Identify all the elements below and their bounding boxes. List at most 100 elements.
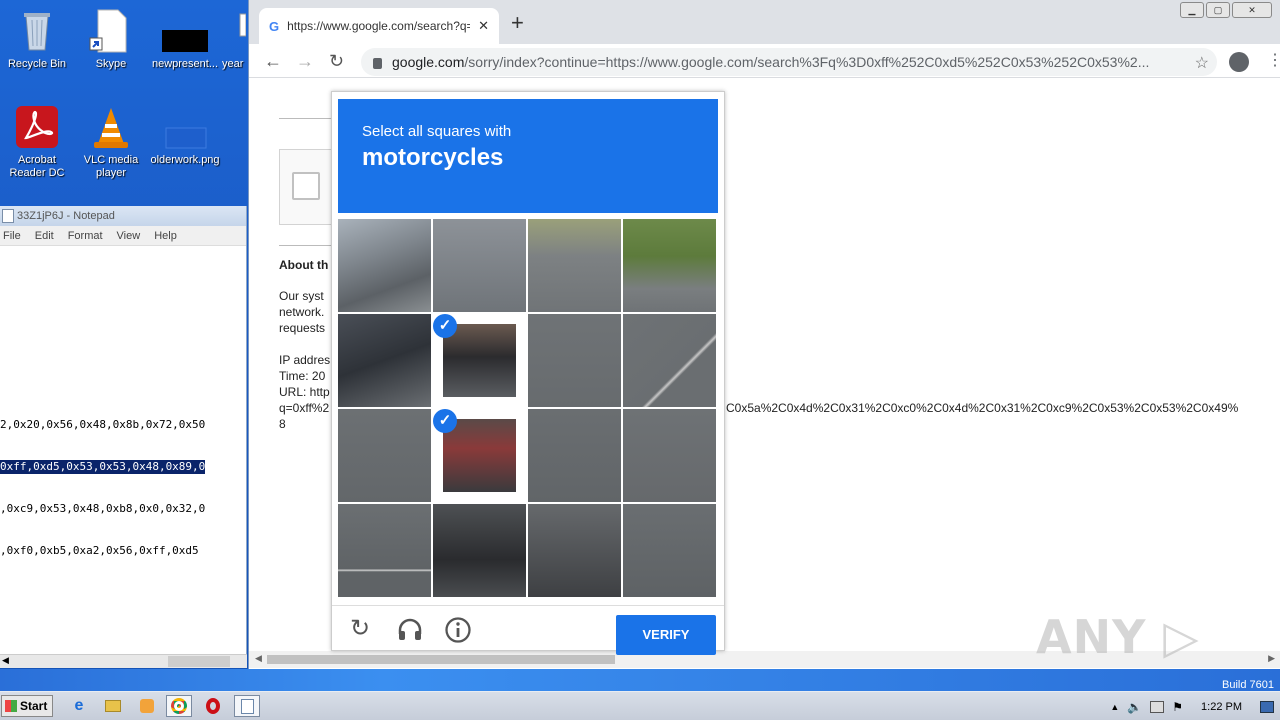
- desktop-icon-recycle-bin[interactable]: Recycle Bin: [0, 8, 74, 71]
- image-tile[interactable]: [528, 504, 621, 597]
- forward-arrow-icon[interactable]: →: [296, 51, 314, 71]
- menu-format[interactable]: Format: [68, 230, 103, 242]
- windows-build-text: Build 7601: [1222, 679, 1274, 691]
- info-icon[interactable]: [444, 616, 472, 650]
- ie-taskbar-icon[interactable]: e: [66, 695, 92, 717]
- image-tile[interactable]: [433, 219, 526, 312]
- image-tile[interactable]: [338, 219, 431, 312]
- image-tile[interactable]: ✓: [433, 409, 526, 502]
- chrome-taskbar-icon[interactable]: [166, 695, 192, 717]
- scroll-left-arrow-icon[interactable]: ◀: [2, 655, 9, 666]
- query-line-left: q=0xff%2: [279, 401, 330, 415]
- document-icon: [88, 8, 134, 54]
- action-center-flag-icon[interactable]: ⚑: [1172, 700, 1183, 714]
- audio-challenge-headphones-icon[interactable]: [396, 616, 424, 648]
- tile-image: [338, 219, 431, 312]
- start-label: Start: [20, 699, 48, 713]
- opera-taskbar-icon[interactable]: [200, 695, 226, 717]
- query-line-end: 8: [279, 417, 286, 431]
- image-tile[interactable]: [623, 504, 716, 597]
- show-desktop-icon[interactable]: [1260, 700, 1274, 713]
- paragraph-line: requests: [279, 321, 326, 335]
- image-tile[interactable]: [433, 504, 526, 597]
- menu-kebab-icon[interactable]: ⋮: [1267, 52, 1280, 70]
- reload-icon[interactable]: ↻: [329, 51, 344, 71]
- acrobat-icon: [14, 104, 60, 150]
- url-text: google.com/sorry/index?continue=https://…: [392, 54, 1217, 70]
- file-thumbnail-icon: [226, 8, 247, 54]
- desktop-icon-label: Recycle Bin: [7, 58, 67, 70]
- minimize-button[interactable]: ▁: [1180, 2, 1204, 18]
- desktop-icon-skype[interactable]: Skype: [74, 8, 148, 71]
- system-tray: ▲ 🔈 ⚑ 1:22 PM: [1110, 692, 1280, 720]
- image-tile-grid: ✓ ✓: [338, 219, 718, 599]
- tile-image: [443, 324, 516, 397]
- notepad-taskbar-icon[interactable]: [234, 695, 260, 717]
- tile-image: [433, 504, 526, 597]
- image-tile[interactable]: ✓: [433, 314, 526, 407]
- image-tile[interactable]: [528, 409, 621, 502]
- maximize-button[interactable]: ▢: [1206, 2, 1230, 18]
- desktop-icon-olderwork[interactable]: olderwork.png: [148, 104, 222, 167]
- menu-file[interactable]: File: [3, 230, 21, 242]
- reload-challenge-icon[interactable]: ↻: [350, 616, 370, 642]
- challenge-target: motorcycles: [362, 144, 504, 171]
- image-tile[interactable]: [338, 504, 431, 597]
- tab-title: https://www.google.com/search?q=: [287, 19, 471, 33]
- image-tile[interactable]: [338, 314, 431, 407]
- close-tab-icon[interactable]: ✕: [478, 18, 489, 34]
- desktop-icon-label: Acrobat Reader DC: [9, 154, 65, 179]
- scroll-left-arrow-icon[interactable]: ◀: [255, 653, 262, 664]
- notepad-titlebar: 33Z1jP6J - Notepad: [0, 206, 246, 226]
- image-tile[interactable]: [528, 219, 621, 312]
- image-tile[interactable]: [528, 314, 621, 407]
- notepad-horizontal-scrollbar[interactable]: ◀: [0, 654, 247, 668]
- text-line: ,0xf0,0xb5,0xa2,0x56,0xff,0xd5: [0, 544, 199, 557]
- recaptcha-checkbox[interactable]: [292, 172, 320, 200]
- verify-button[interactable]: VERIFY: [616, 615, 716, 655]
- time-line: Time: 20: [279, 369, 326, 383]
- image-tile[interactable]: [623, 219, 716, 312]
- scrollbar-thumb[interactable]: [168, 656, 230, 667]
- desktop-icon-year[interactable]: year: [222, 8, 250, 71]
- menu-edit[interactable]: Edit: [35, 230, 54, 242]
- bookmark-star-icon[interactable]: ☆: [1195, 53, 1209, 73]
- close-window-button[interactable]: ✕: [1232, 2, 1272, 18]
- menu-view[interactable]: View: [117, 230, 141, 242]
- divider: [279, 118, 339, 119]
- back-arrow-icon[interactable]: ←: [264, 51, 282, 71]
- image-tile[interactable]: [623, 314, 716, 407]
- explorer-taskbar-icon[interactable]: [100, 695, 126, 717]
- taskbar-bar: Start e ▲ 🔈 ⚑ 1:22 PM: [0, 691, 1280, 720]
- desktop-icon-acrobat[interactable]: Acrobat Reader DC: [0, 104, 74, 180]
- show-hidden-icons-icon[interactable]: ▲: [1110, 702, 1119, 712]
- image-tile[interactable]: [338, 409, 431, 502]
- volume-icon[interactable]: 🔈: [1127, 700, 1142, 714]
- account-avatar-icon[interactable]: [1229, 52, 1249, 72]
- url-line: URL: http: [279, 385, 330, 399]
- network-icon[interactable]: [1150, 700, 1165, 713]
- tile-selected-check-icon: ✓: [433, 409, 457, 433]
- menu-help[interactable]: Help: [154, 230, 177, 242]
- notepad-text-area[interactable]: 2,0x20,0x56,0x48,0x8b,0x72,0x50 0xff,0xd…: [0, 390, 206, 586]
- media-player-taskbar-icon[interactable]: [134, 695, 160, 717]
- image-tile[interactable]: [623, 409, 716, 502]
- tile-image: [623, 314, 716, 407]
- new-tab-icon[interactable]: +: [511, 12, 524, 34]
- desktop-icon-vlc[interactable]: VLC media player: [74, 104, 148, 180]
- address-bar[interactable]: google.com/sorry/index?continue=https://…: [361, 48, 1217, 76]
- tile-image: [528, 409, 621, 502]
- file-thumbnail-icon: [162, 8, 208, 54]
- start-button[interactable]: Start: [1, 695, 53, 717]
- desktop-icon-newpresent[interactable]: newpresent...: [148, 8, 222, 71]
- browser-tab[interactable]: G https://www.google.com/search?q= ✕: [259, 8, 499, 44]
- tile-image: [623, 504, 716, 597]
- tile-image: [528, 504, 621, 597]
- challenge-header: Select all squares with motorcycles: [338, 99, 718, 213]
- tile-image: [433, 219, 526, 312]
- notepad-icon: [2, 209, 14, 223]
- tile-selected-check-icon: ✓: [433, 314, 457, 338]
- clock[interactable]: 1:22 PM: [1201, 701, 1242, 713]
- scrollbar-thumb[interactable]: [267, 655, 615, 664]
- desktop-icon-label: VLC media player: [83, 154, 139, 179]
